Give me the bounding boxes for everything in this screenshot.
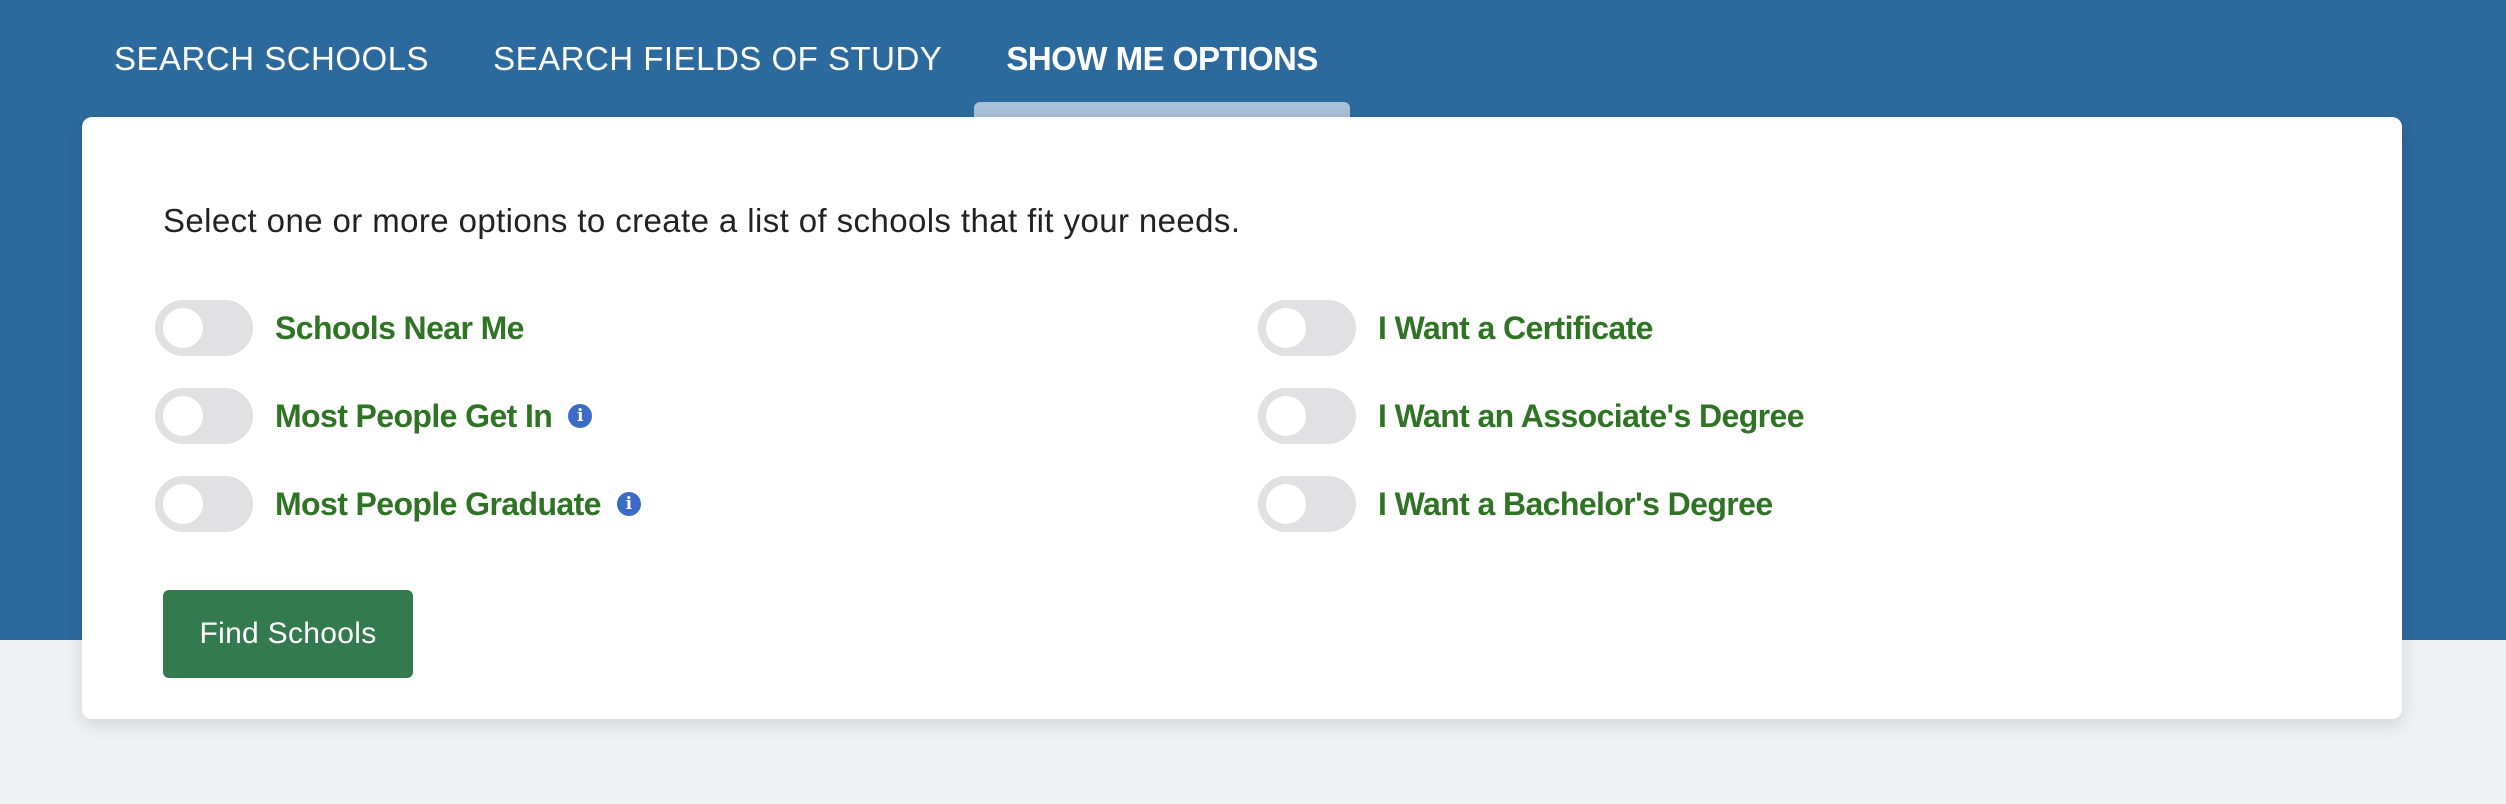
toggle-most-people-get-in[interactable] bbox=[155, 388, 253, 444]
search-tabs: SEARCH SCHOOLS SEARCH FIELDS OF STUDY SH… bbox=[82, 0, 1350, 118]
option-label: I Want an Associate's Degree bbox=[1378, 397, 1805, 434]
tab-show-me-options[interactable]: SHOW ME OPTIONS bbox=[974, 0, 1350, 118]
option-associates-degree[interactable]: I Want an Associate's Degree bbox=[1258, 388, 1805, 444]
option-label: Most People Get In bbox=[275, 397, 553, 434]
option-schools-near-me[interactable]: Schools Near Me bbox=[155, 300, 524, 356]
toggle-schools-near-me[interactable] bbox=[155, 300, 253, 356]
option-label: Schools Near Me bbox=[275, 309, 524, 346]
toggle-certificate[interactable] bbox=[1258, 300, 1356, 356]
panel-intro: Select one or more options to create a l… bbox=[163, 202, 1241, 239]
info-icon[interactable]: i bbox=[616, 492, 641, 516]
toggle-bachelors-degree[interactable] bbox=[1258, 476, 1356, 532]
toggle-associates-degree[interactable] bbox=[1258, 388, 1356, 444]
option-bachelors-degree[interactable]: I Want a Bachelor's Degree bbox=[1258, 476, 1773, 532]
option-most-people-get-in[interactable]: Most People Get In i bbox=[155, 388, 593, 444]
options-panel: Select one or more options to create a l… bbox=[82, 117, 2402, 719]
option-certificate[interactable]: I Want a Certificate bbox=[1258, 300, 1653, 356]
option-label: I Want a Bachelor's Degree bbox=[1378, 485, 1773, 522]
page: SEARCH SCHOOLS SEARCH FIELDS OF STUDY SH… bbox=[0, 0, 2506, 804]
toggle-most-people-graduate[interactable] bbox=[155, 476, 253, 532]
option-label: Most People Graduate bbox=[275, 485, 601, 522]
find-schools-button[interactable]: Find Schools bbox=[163, 590, 413, 678]
tab-search-schools[interactable]: SEARCH SCHOOLS bbox=[82, 0, 461, 118]
tab-search-fields-of-study[interactable]: SEARCH FIELDS OF STUDY bbox=[461, 0, 974, 118]
option-most-people-graduate[interactable]: Most People Graduate i bbox=[155, 476, 641, 532]
option-label: I Want a Certificate bbox=[1378, 309, 1653, 346]
info-icon[interactable]: i bbox=[568, 404, 593, 428]
